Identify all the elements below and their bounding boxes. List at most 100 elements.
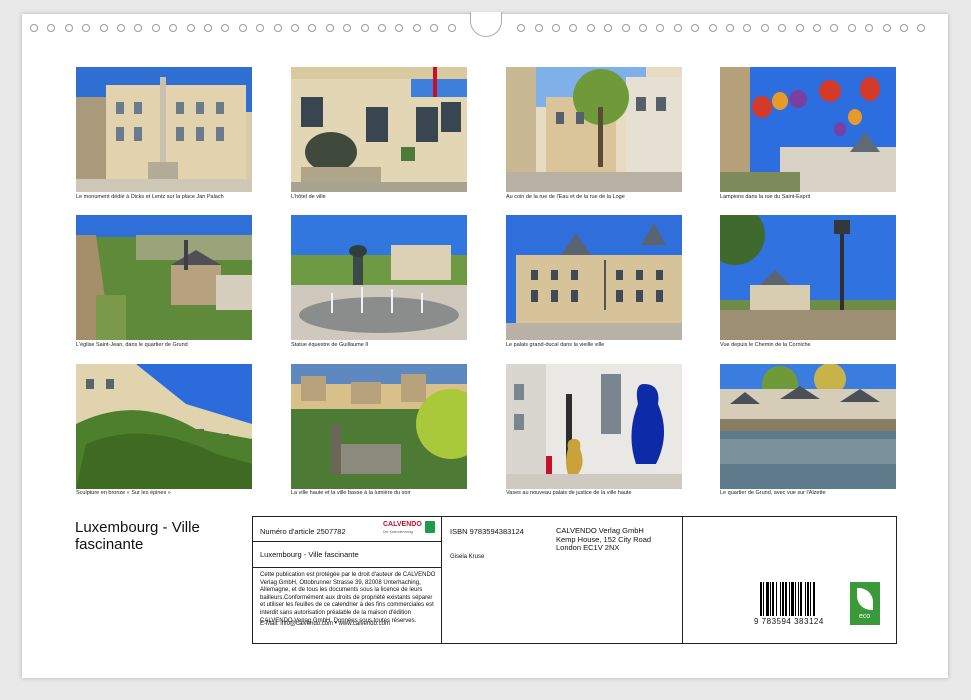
binding-hole: [82, 24, 91, 32]
photo-caption: Vases au nouveau palais de justice de la…: [506, 490, 632, 496]
barcode-bar: [776, 582, 777, 616]
photo-chemin-corniche: [720, 215, 896, 340]
photo-statue-guillaume: [291, 215, 467, 340]
publisher-name: CALVENDO Verlag GmbH: [556, 526, 644, 535]
photo-caption: Le palais grand-ducal dans la vieille vi…: [506, 342, 605, 348]
binding-hole: [47, 24, 56, 32]
binding-hole: [343, 24, 352, 32]
binding-hole: [273, 24, 282, 32]
binding-hole: [847, 24, 856, 32]
barcode-bar: [782, 582, 784, 616]
calendar-title: Luxembourg - Ville fascinante: [75, 519, 200, 553]
binding-hole: [221, 24, 230, 32]
binding-hole: [813, 24, 821, 32]
divider: [252, 541, 442, 542]
author: Gisela Kruse: [450, 554, 485, 560]
photo-caption: Au coin de la rue de l'Eau et de la rue …: [506, 194, 625, 200]
binding-hole: [169, 24, 178, 32]
eco-label: eco: [859, 613, 871, 620]
photo-quartier-grund: [720, 364, 896, 489]
photo-caption: Vue depuis le Chemin de la Corniche: [720, 342, 811, 348]
binding-hole: [134, 24, 143, 32]
photo-vases-palais-justice: [506, 364, 682, 489]
binding-hole: [395, 24, 404, 32]
binding-hole: [708, 24, 717, 32]
barcode-bar: [770, 582, 771, 616]
calvendo-tagline: Der Kalenderverlag: [383, 530, 414, 534]
barcode-bar: [800, 582, 802, 616]
binding-hole: [552, 24, 560, 32]
photo-rue-de-leau: [506, 67, 682, 192]
binding-hole: [204, 24, 212, 32]
binding-hole: [238, 24, 247, 32]
binding-hole: [117, 24, 125, 32]
binding-hole: [726, 24, 734, 32]
barcode-bar: [813, 582, 815, 616]
photo-caption: La ville haute et la ville basse à la lu…: [291, 490, 411, 496]
divider: [441, 516, 442, 643]
binding-hole: [412, 24, 421, 32]
barcode-bar: [791, 582, 794, 616]
binding-hole: [308, 24, 317, 32]
binding-hole: [621, 24, 630, 32]
binding-hole: [186, 24, 195, 32]
binding-hole: [743, 24, 752, 32]
binding-hole: [882, 24, 891, 32]
barcode-bar: [795, 582, 796, 616]
barcode-bar: [805, 582, 806, 616]
contact-email: E-Mail: info@calvendo.com • www.calvendo…: [260, 621, 390, 627]
eco-logo: eco: [850, 582, 880, 625]
binding-hole: [447, 24, 456, 32]
photo-caption: Lampions dans la rue du Saint-Esprit: [720, 194, 811, 200]
photo-hotel-de-ville: [291, 67, 467, 192]
barcode-bar: [766, 582, 769, 616]
binding-hole: [256, 24, 265, 32]
binding-hole: [586, 24, 595, 32]
binding-hole: [673, 24, 682, 32]
binding-hole: [917, 24, 926, 32]
barcode-bar: [789, 582, 790, 616]
legal-notice: Cette publication est protégée par le dr…: [260, 572, 436, 624]
photo-caption: Le quartier de Grund, avec vue sur l'Alz…: [720, 490, 826, 496]
binding-hole: [865, 24, 874, 32]
photo-caption: Le monument dédié à Dicks et Lentz sur l…: [76, 194, 224, 200]
isbn: ISBN 9783594383124: [450, 527, 524, 536]
calvendo-wordmark: CALVENDO: [383, 521, 422, 528]
article-number: Numéro d'article 2507782: [260, 527, 346, 536]
photo-caption: Statue équestre de Guillaume II: [291, 342, 369, 348]
barcode-bar: [785, 582, 787, 616]
binding-hole: [325, 24, 334, 32]
binding-hole: [569, 24, 578, 32]
binding-hole: [360, 24, 369, 32]
binding-hole: [378, 24, 386, 32]
barcode: [760, 582, 832, 618]
binding-hole: [64, 24, 73, 32]
binding-hole: [99, 24, 108, 32]
calvendo-mark-icon: [425, 521, 435, 533]
barcode-bar: [760, 582, 762, 616]
photo-caption: Sculpture en bronze « Sur les épines »: [76, 490, 171, 496]
photo-caption: L'église Saint-Jean, dans le quartier de…: [76, 342, 188, 348]
binding-hole: [291, 24, 299, 32]
photo-eglise-saint-jean: [76, 215, 252, 340]
binding-hole: [691, 24, 700, 32]
photo-caption: L'hôtel de ville: [291, 194, 326, 200]
photo-sculpture-epines: [76, 364, 252, 489]
barcode-bar: [772, 582, 774, 616]
binding-hole: [604, 24, 613, 32]
divider: [252, 567, 442, 568]
binding-hole: [830, 24, 839, 32]
binding-hole: [30, 24, 38, 32]
binding-hole: [639, 24, 647, 32]
publisher-city: London EC1V 2NX: [556, 543, 620, 552]
photo-palais-grand-ducal: [506, 215, 682, 340]
barcode-bar: [798, 582, 799, 616]
binding-hole: [151, 24, 160, 32]
barcode-bar: [763, 582, 764, 616]
barcode-bar: [780, 582, 781, 616]
calendar-subtitle: Luxembourg - Ville fascinante: [260, 550, 359, 559]
calvendo-logo: CALVENDO Der Kalenderverlag: [383, 521, 437, 537]
binding-hole: [760, 24, 769, 32]
leaf-icon: [857, 588, 873, 610]
photo-lampions: [720, 67, 896, 192]
